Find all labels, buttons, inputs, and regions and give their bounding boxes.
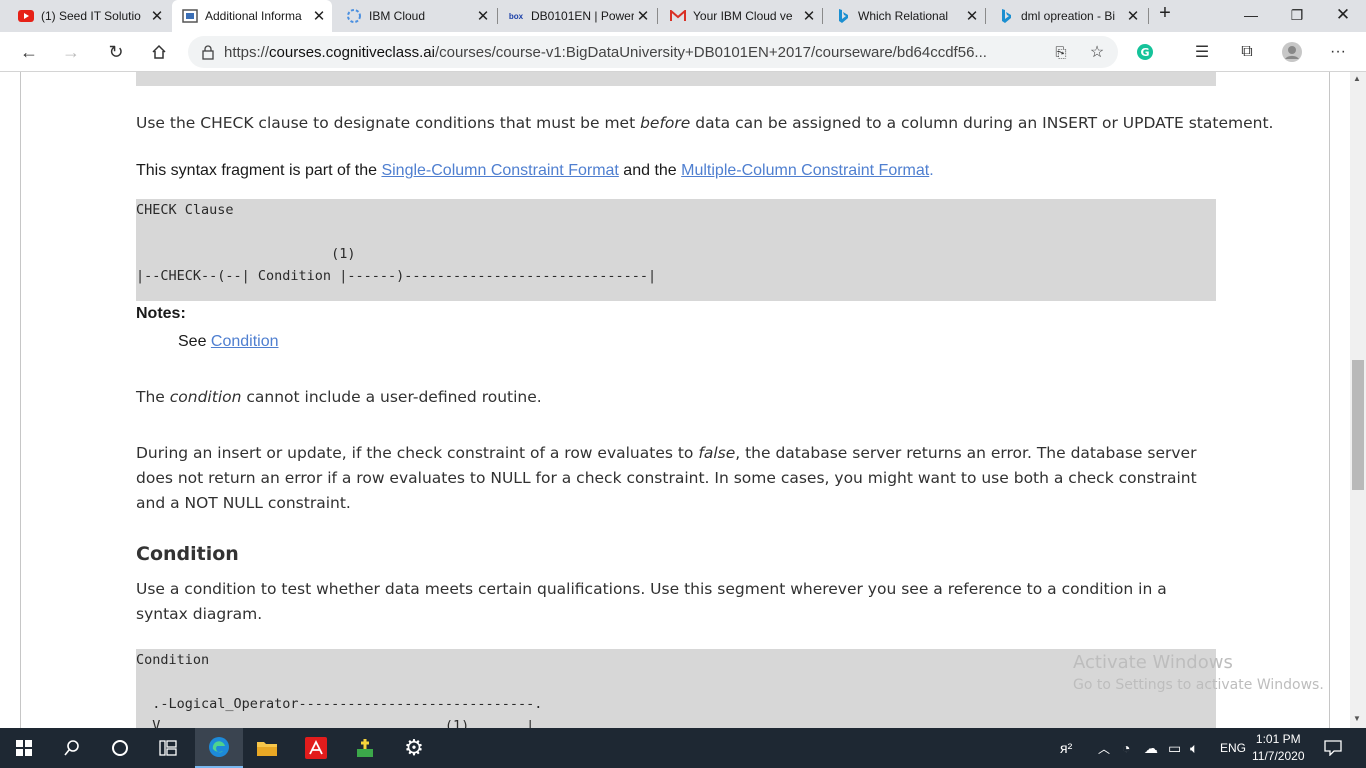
tab-db0101en[interactable]: box DB0101EN | Power ✕ (498, 0, 656, 32)
tab-ibm-cloud[interactable]: IBM Cloud ✕ (336, 0, 496, 32)
close-tab-icon[interactable]: ✕ (634, 7, 652, 25)
address-toolbar: ← → ↻ https://courses.cognitiveclass.ai/… (0, 32, 1366, 72)
condition-link[interactable]: Condition (211, 333, 279, 350)
scroll-up-arrow-icon[interactable]: ▲ (1353, 74, 1361, 83)
home-icon[interactable] (144, 38, 174, 66)
acrobat-reader-icon[interactable] (292, 728, 340, 768)
profile-avatar-icon[interactable] (1277, 38, 1307, 66)
collections-icon[interactable]: ⧉ (1232, 38, 1262, 66)
close-tab-icon[interactable]: ✕ (1124, 7, 1142, 25)
check-constraint-paragraph: During an insert or update, if the check… (136, 444, 1197, 512)
show-hidden-icons-chevron-icon[interactable]: ︿ (1098, 728, 1110, 768)
language-indicator[interactable]: ENG (1220, 728, 1246, 768)
check-intro-text: Use the CHECK clause to designate condit… (136, 114, 1274, 132)
ibm-cloud-icon (346, 8, 362, 24)
task-view-icon[interactable] (144, 728, 192, 768)
windows-taskbar: ⚙ ᴙ² ︿ ◔ ☁ ▭ 🔈︎ ENG 1:01 PM 11/7/2020 (0, 728, 1366, 768)
url-field[interactable]: https://courses.cognitiveclass.ai/course… (188, 36, 1118, 68)
activate-windows-title: Activate Windows (1073, 652, 1233, 673)
grammarly-icon[interactable]: G (1130, 38, 1160, 66)
file-explorer-icon[interactable] (243, 728, 291, 768)
immersive-reader-icon[interactable]: ⎘ (1046, 38, 1076, 66)
notification-center-icon[interactable] (1324, 728, 1342, 768)
page-scrollbar[interactable]: ▲ ▼ (1350, 72, 1366, 728)
more-menu-icon[interactable]: ··· (1323, 38, 1353, 66)
content-border-right (1329, 72, 1330, 728)
cortana-icon[interactable] (96, 728, 144, 768)
app-installer-icon[interactable] (341, 728, 389, 768)
fragment-text: This syntax fragment is part of the Sing… (136, 162, 934, 179)
restore-icon[interactable]: ❐ (1274, 0, 1320, 30)
lock-icon (202, 44, 214, 60)
tab-separator (985, 8, 986, 24)
condition-restriction-text: The condition cannot include a user-defi… (136, 388, 542, 406)
tab-which-relational[interactable]: Which Relational ✕ (825, 0, 985, 32)
close-tab-icon[interactable]: ✕ (310, 7, 328, 25)
condition-heading: Condition (136, 543, 239, 565)
content-border-left (20, 72, 21, 728)
code-block-top-remnant (136, 72, 1216, 86)
battery-icon[interactable]: ▭ (1168, 728, 1181, 768)
close-tab-icon[interactable]: ✕ (800, 7, 818, 25)
tab-your-ibm-cloud[interactable]: Your IBM Cloud ve ✕ (660, 0, 822, 32)
edge-browser-icon[interactable] (195, 728, 243, 768)
gmail-icon (670, 8, 686, 24)
svg-text:G: G (1140, 46, 1149, 59)
tab-separator (657, 8, 658, 24)
close-tab-icon[interactable]: ✕ (963, 7, 981, 25)
browser-tab-strip: (1) Seed IT Solutio ✕ Additional Informa… (0, 0, 1366, 32)
windows-start-icon[interactable] (0, 728, 48, 768)
forward-arrow-icon[interactable]: → (56, 38, 86, 66)
note-item: See Condition (178, 333, 279, 350)
back-arrow-icon[interactable]: ← (14, 38, 44, 66)
minimize-icon[interactable]: — (1228, 0, 1274, 30)
bing-icon (998, 8, 1014, 24)
refresh-icon[interactable]: ↻ (101, 38, 131, 66)
multiple-column-constraint-link[interactable]: Multiple-Column Constraint Format (681, 162, 929, 179)
favorite-star-icon[interactable]: ☆ (1082, 38, 1112, 66)
condition-description: Use a condition to test whether data mee… (136, 580, 1167, 623)
cognitiveclass-icon (182, 8, 198, 24)
box-icon: box (508, 11, 524, 21)
tab-seed-it[interactable]: (1) Seed IT Solutio ✕ (8, 0, 170, 32)
tab-additional-information[interactable]: Additional Informa ✕ (172, 0, 332, 32)
close-tab-icon[interactable]: ✕ (474, 7, 492, 25)
onedrive-cloud-icon[interactable]: ☁ (1144, 728, 1158, 768)
scrollbar-thumb[interactable] (1352, 360, 1364, 490)
tab-separator (822, 8, 823, 24)
check-clause-syntax-block: CHECK Clause (1) |--CHECK--(--| Conditio… (136, 199, 1216, 301)
activate-windows-subtitle: Go to Settings to activate Windows. (1073, 677, 1324, 693)
single-column-constraint-link[interactable]: Single-Column Constraint Format (381, 162, 618, 179)
settings-gear-icon[interactable]: ⚙ (390, 728, 438, 768)
tab-separator (1148, 8, 1149, 24)
close-tab-icon[interactable]: ✕ (148, 7, 166, 25)
search-icon[interactable] (48, 728, 96, 768)
page-content: Use the CHECK clause to designate condit… (0, 72, 1350, 728)
wifi-icon[interactable]: ◔ (1122, 728, 1130, 768)
close-window-icon[interactable]: ✕ (1320, 0, 1366, 30)
clock[interactable]: 1:01 PM 11/7/2020 (1252, 728, 1305, 768)
bing-icon (835, 8, 851, 24)
favorites-list-icon[interactable]: ☰ (1187, 38, 1217, 66)
condition-syntax-block: Condition .-Logical_Operator------------… (136, 649, 1216, 728)
volume-icon[interactable]: 🔈︎ (1190, 728, 1198, 768)
scroll-down-arrow-icon[interactable]: ▼ (1353, 714, 1361, 723)
people-icon[interactable]: ᴙ² (1060, 728, 1072, 768)
new-tab-icon[interactable]: + (1156, 2, 1174, 25)
tab-dml-operation[interactable]: dml opreation - Bi ✕ (988, 0, 1146, 32)
notes-label: Notes: (136, 305, 186, 322)
youtube-icon (18, 8, 34, 24)
